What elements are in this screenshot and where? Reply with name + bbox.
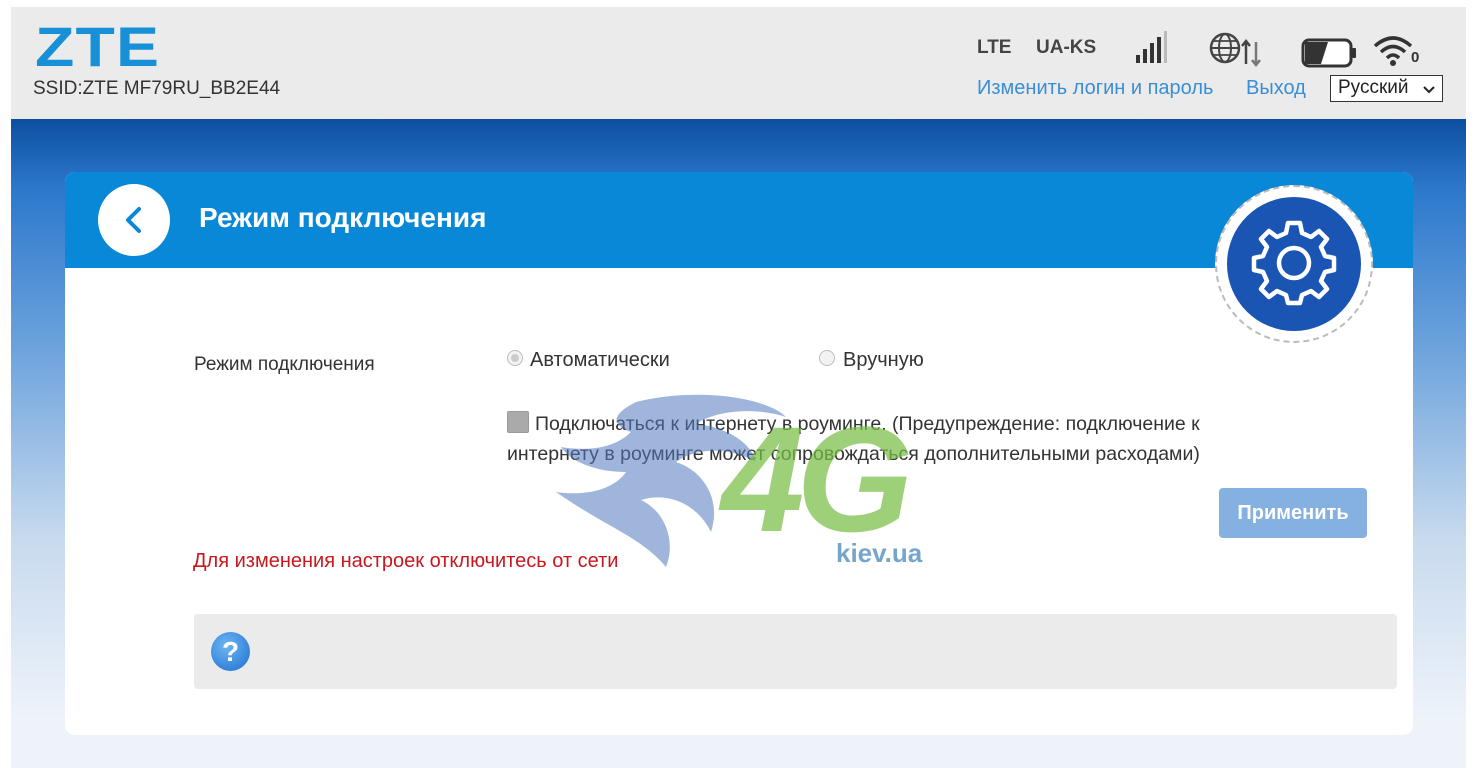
settings-badge bbox=[1215, 185, 1373, 343]
globe-data-icon bbox=[1209, 32, 1261, 73]
operator-name: UA-KS bbox=[1036, 37, 1097, 58]
signal-bars-icon bbox=[1135, 31, 1167, 70]
help-panel: ? bbox=[194, 614, 1397, 689]
connection-mode-label: Режим подключения bbox=[194, 354, 375, 375]
apply-button[interactable]: Применить bbox=[1219, 488, 1367, 538]
disconnect-warning: Для изменения настроек отключитесь от се… bbox=[193, 550, 619, 572]
radio-auto-label[interactable]: Автоматически bbox=[530, 349, 670, 372]
radio-manual-label[interactable]: Вручную bbox=[843, 349, 924, 372]
battery-icon bbox=[1301, 37, 1357, 74]
top-header: ZTE SSID:ZTE MF79RU_BB2E44 LTE UA-KS 0 И… bbox=[11, 7, 1466, 119]
network-type: LTE bbox=[977, 37, 1012, 58]
ssid-label: SSID:ZTE MF79RU_BB2E44 bbox=[33, 78, 281, 99]
page-title: Режим подключения bbox=[199, 202, 487, 233]
back-button[interactable] bbox=[98, 184, 170, 256]
gear-icon bbox=[1250, 220, 1338, 313]
language-selected-value: Русский bbox=[1338, 77, 1409, 98]
logout-link[interactable]: Выход bbox=[1246, 77, 1306, 100]
router-admin-page: ZTE SSID:ZTE MF79RU_BB2E44 LTE UA-KS 0 И… bbox=[11, 7, 1466, 768]
card-header: Режим подключения bbox=[65, 172, 1413, 268]
roaming-checkbox-label: Подключаться к интернету в роуминге. (Пр… bbox=[507, 413, 1200, 465]
radio-manual[interactable] bbox=[819, 350, 835, 366]
change-login-link[interactable]: Изменить логин и пароль bbox=[977, 77, 1213, 100]
wifi-clients-count: 0 bbox=[1411, 49, 1420, 66]
gear-circle bbox=[1227, 197, 1361, 331]
help-icon[interactable]: ? bbox=[211, 632, 250, 671]
language-select[interactable]: Русский bbox=[1330, 75, 1443, 102]
chevron-left-icon bbox=[122, 206, 146, 239]
zte-logo: ZTE bbox=[35, 15, 161, 78]
chevron-down-icon bbox=[1422, 80, 1436, 104]
radio-auto[interactable] bbox=[507, 350, 523, 366]
roaming-checkbox[interactable] bbox=[507, 411, 529, 433]
